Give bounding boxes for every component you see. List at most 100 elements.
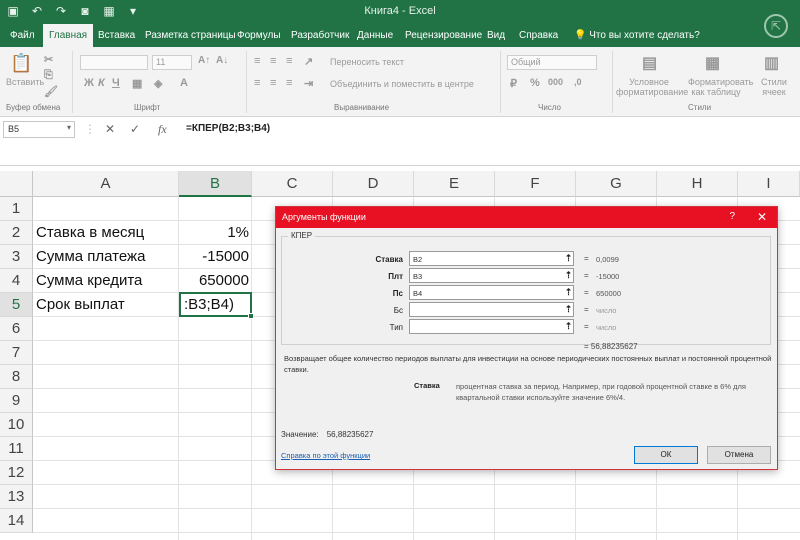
tab-insert[interactable]: Вставка [92,24,141,47]
enter-icon[interactable]: ✓ [130,122,140,136]
bold-button[interactable]: Ж [84,77,94,89]
collapse-dialog-icon[interactable]: ⇡ [562,286,575,299]
chevron-down-icon[interactable]: ▾ [67,123,71,132]
column-header[interactable]: D [333,171,414,197]
font-size-box[interactable]: 11 [152,55,192,70]
cell-a5[interactable]: Срок выплат [33,293,179,317]
row-header[interactable]: 13 [0,485,33,509]
insert-function-icon[interactable]: fx [158,122,167,137]
align-left-icon[interactable]: ≡ [254,77,260,89]
collapse-dialog-icon[interactable]: ⇡ [562,303,575,316]
italic-button[interactable]: К [98,77,105,89]
account-icon[interactable]: ⇱ [764,14,788,38]
column-header[interactable]: F [495,171,576,197]
select-all-corner[interactable] [0,171,33,197]
formula-input[interactable]: =КПЕР(B2;B3;B4) [186,123,270,134]
cell-b3[interactable]: -15000 [179,245,252,269]
active-cell-editor[interactable]: :B3;B4) [181,294,251,315]
fill-color-icon[interactable]: ◈ [154,77,162,90]
row-header[interactable]: 12 [0,461,33,485]
help-icon[interactable]: ? [729,211,735,222]
dialog-title-bar[interactable]: Аргументы функции ? ✕ [276,207,777,228]
row-header[interactable]: 9 [0,389,33,413]
row-header[interactable]: 3 [0,245,33,269]
tab-file[interactable]: Файл [4,24,41,47]
cell-a4[interactable]: Сумма кредита [33,269,179,293]
cut-icon[interactable]: ✂ [44,53,53,66]
row-header[interactable]: 8 [0,365,33,389]
row-header[interactable]: 5 [0,293,33,317]
cell-b4[interactable]: 650000 [179,269,252,293]
arg-input-type[interactable] [409,319,574,334]
column-header[interactable]: B [179,171,252,197]
column-header[interactable]: I [738,171,800,197]
row-header[interactable]: 6 [0,317,33,341]
tab-home[interactable]: Главная [43,24,94,47]
tab-page-layout[interactable]: Разметка страницы [139,24,242,47]
align-top-icon[interactable]: ≡ [254,55,260,67]
close-icon[interactable]: ✕ [757,210,767,224]
column-header[interactable]: C [252,171,333,197]
row-header[interactable]: 2 [0,221,33,245]
row-header[interactable]: 4 [0,269,33,293]
font-color-icon[interactable]: A [180,77,188,89]
wrap-text-button[interactable]: Переносить текст [330,57,404,67]
arg-input-pv[interactable]: B4 [409,285,574,300]
row-header[interactable]: 1 [0,197,33,221]
row-header[interactable]: 14 [0,509,33,533]
indent-icon[interactable]: ⇥ [304,77,313,90]
shrink-font-icon[interactable]: A↓ [216,55,228,66]
column-header[interactable]: H [657,171,738,197]
align-center-icon[interactable]: ≡ [270,77,276,89]
arg-input-rate[interactable]: B2 [409,251,574,266]
cell-a3[interactable]: Сумма платежа [33,245,179,269]
align-middle-icon[interactable]: ≡ [270,55,276,67]
row-header[interactable]: 7 [0,341,33,365]
align-bottom-icon[interactable]: ≡ [286,55,292,67]
conditional-formatting-button[interactable]: Условное форматирование [616,77,688,97]
tab-help[interactable]: Справка [513,24,564,47]
active-cell-b5[interactable]: :B3;B4) [179,292,254,319]
row-header[interactable]: 11 [0,437,33,461]
tell-me-search[interactable]: 💡 Что вы хотите сделать? [568,24,706,47]
orientation-icon[interactable]: ↗ [304,55,313,68]
merge-center-button[interactable]: Объединить и поместить в центре [330,79,474,89]
arg-input-pmt[interactable]: B3 [409,268,574,283]
cancel-button[interactable]: Отмена [707,446,771,464]
cell-b2[interactable]: 1% [179,221,252,245]
paste-icon[interactable]: 📋 [10,53,32,74]
percent-button[interactable]: % [530,77,540,89]
tab-review[interactable]: Рецензирование [399,24,488,47]
column-header[interactable]: A [33,171,179,197]
currency-icon[interactable]: ₽ [510,77,517,90]
column-header[interactable]: E [414,171,495,197]
cancel-icon[interactable]: ✕ [105,122,115,136]
cell-a2[interactable]: Ставка в месяц [33,221,179,245]
arg-input-fv[interactable] [409,302,574,317]
cell-styles-button[interactable]: Стили ячеек [752,77,796,97]
font-name-box[interactable] [80,55,148,70]
name-box[interactable]: B5 ▾ [3,121,75,138]
tab-formulas[interactable]: Формулы [231,24,287,47]
fill-handle[interactable] [248,313,254,319]
format-painter-icon[interactable]: 🖌 [44,85,58,98]
tab-view[interactable]: Вид [481,24,511,47]
thousands-button[interactable]: 000 [548,77,563,87]
function-help-link[interactable]: Справка по этой функции [281,451,370,460]
increase-decimal-icon[interactable]: ,0 [574,77,582,87]
ok-button[interactable]: ОК [634,446,698,464]
collapse-dialog-icon[interactable]: ⇡ [562,320,575,333]
paste-label[interactable]: Вставить [6,77,44,87]
format-as-table-button[interactable]: Форматировать как таблицу [688,77,753,97]
underline-button[interactable]: Ч [112,77,120,89]
collapse-dialog-icon[interactable]: ⇡ [562,252,575,265]
conditional-formatting-icon[interactable]: ▤ [642,53,657,73]
tab-data[interactable]: Данные [351,24,399,47]
grow-font-icon[interactable]: A↑ [198,55,210,66]
copy-icon[interactable]: ⎘ [44,69,53,82]
align-right-icon[interactable]: ≡ [286,77,292,89]
tab-developer[interactable]: Разработчик [285,24,355,47]
format-as-table-icon[interactable]: ▦ [705,53,720,73]
cell-styles-icon[interactable]: ▥ [764,53,779,73]
number-format-box[interactable]: Общий [507,55,597,70]
